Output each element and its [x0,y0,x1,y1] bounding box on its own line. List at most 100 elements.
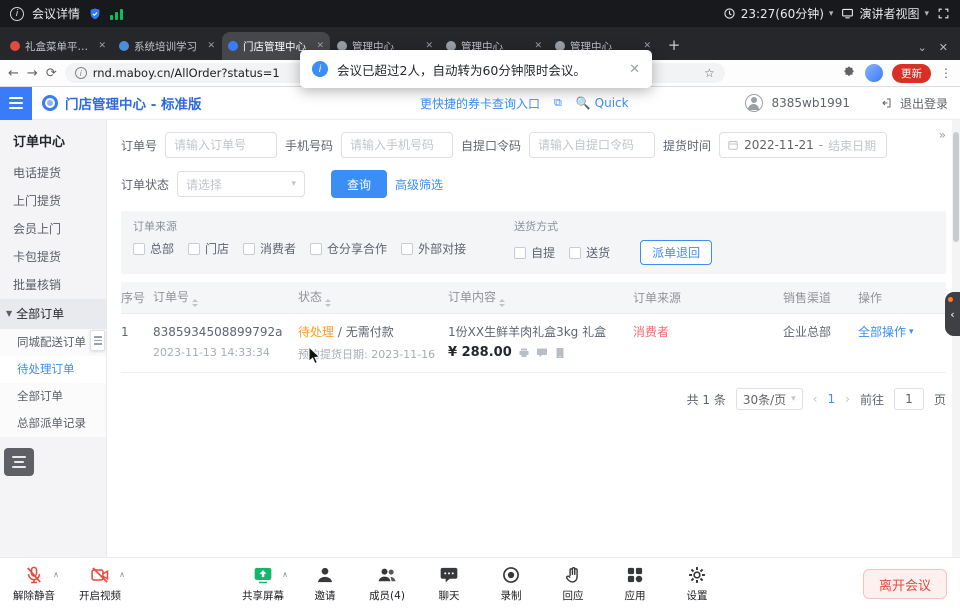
chevron-down-icon: ▼ [6,299,12,329]
hamburger-menu-button[interactable] [0,87,32,120]
checkbox-source-warehouse[interactable]: 仓分享合作 [310,240,387,257]
search-button[interactable]: 查询 [331,170,387,198]
mic-muted-icon [24,565,44,585]
col-status[interactable]: 状态 [298,288,448,307]
sidebar-drag-handle[interactable] [90,330,105,351]
bookmark-star-icon[interactable]: ☆ [704,66,715,80]
checkbox-self-pickup[interactable]: 自提 [514,244,555,261]
coupon-query-link[interactable]: 更快捷的券卡查询入口 [420,95,540,112]
sidebar-subitem-pending-orders[interactable]: 待处理订单 [0,356,106,383]
checkbox-source-hq[interactable]: 总部 [133,240,174,257]
dispatch-return-button[interactable]: 派单退回 [640,240,712,265]
col-order-no[interactable]: 订单号 [153,288,298,307]
col-channel: 销售渠道 [783,289,858,306]
next-page-icon[interactable]: › [845,392,850,406]
forward-icon[interactable]: → [27,67,38,80]
sidebar-subitem-hq-dispatch[interactable]: 总部派单记录 [0,410,106,437]
prev-page-icon[interactable]: ‹ [813,392,818,406]
sidebar-group-all-orders[interactable]: ▼ 全部订单 [0,299,106,329]
user-avatar-icon[interactable] [745,94,763,112]
new-tab-button[interactable]: + [662,33,686,57]
checkbox-source-consumer[interactable]: 消费者 [243,240,296,257]
checkbox-icon [310,243,322,255]
chat-button[interactable]: 聊天 [423,565,475,603]
sidebar-item-batch-verify[interactable]: 批量核销 [0,271,106,299]
sidebar-item-door-pickup[interactable]: 上门提货 [0,187,106,215]
quick-search-link[interactable]: 🔍 Quick [576,96,629,110]
share-screen-icon [253,565,273,585]
start-video-button[interactable]: 开启视频 ∧ [74,565,126,603]
sort-icon[interactable] [499,299,505,307]
order-no-label: 订单号 [121,137,157,154]
security-shield-icon[interactable] [88,7,102,21]
sidebar-subitem-all-orders[interactable]: 全部订单 [0,383,106,410]
sidebar-item-phone-pickup[interactable]: 电话提货 [0,159,106,187]
page-size-select[interactable]: 30条/页▾ [736,388,803,410]
browser-tab[interactable]: 礼盒菜单平台管理中心 ✕ [4,32,112,60]
sort-icon[interactable] [325,299,331,307]
goto-page-input[interactable] [894,388,924,410]
sort-icon[interactable] [192,299,198,307]
meeting-panel-handle[interactable]: ‹ [945,292,960,336]
pickup-code-input[interactable] [529,132,655,158]
unmute-button[interactable]: 解除静音 ∧ [8,565,60,603]
record-button[interactable]: 录制 [485,565,537,603]
meeting-details-label[interactable]: 会议详情 [32,5,80,22]
order-no-input[interactable] [165,132,277,158]
window-close-icon[interactable]: ✕ [939,41,948,54]
chevron-up-icon[interactable]: ∧ [119,570,125,579]
order-price: ¥ 288.00 [448,345,512,360]
reload-icon[interactable]: ⟳ [46,67,57,80]
checkbox-source-external[interactable]: 外部对接 [401,240,466,257]
chevron-up-icon[interactable]: ∧ [282,570,288,579]
scrollbar-thumb[interactable] [953,132,959,242]
checkbox-source-store[interactable]: 门店 [188,240,229,257]
chevron-up-icon[interactable]: ∧ [53,570,59,579]
order-status-select[interactable]: 请选择 ▾ [177,171,305,197]
floating-list-button[interactable] [4,448,34,476]
back-icon[interactable]: ← [8,67,19,80]
leave-meeting-button[interactable]: 离开会议 [863,569,947,599]
apps-button[interactable]: 应用 [609,565,661,603]
tab-close-icon[interactable]: ✕ [207,41,215,51]
members-button[interactable]: 成员(4) [361,565,413,603]
checkbox-delivery[interactable]: 送货 [569,244,610,261]
logout-icon[interactable] [880,97,892,109]
page-scrollbar[interactable] [952,120,960,557]
page-number[interactable]: 1 [828,392,836,406]
settings-button[interactable]: 设置 [671,565,723,603]
message-icon[interactable] [536,347,548,359]
tab-close-icon[interactable]: ✕ [98,41,106,51]
phone-icon[interactable] [554,347,566,359]
advanced-filter-link[interactable]: 高级筛选 [395,176,443,193]
sidebar-item-member-visit[interactable]: 会员上门 [0,215,106,243]
view-mode-switcher[interactable]: 演讲者视图 ▾ [841,5,929,22]
share-screen-button[interactable]: 共享屏幕 ∧ [237,565,289,603]
checkbox-icon [188,243,200,255]
orders-table: 序号 订单号 状态 订单内容 订单来源 销售渠道 操作 1 8385934508… [121,282,946,373]
invite-button[interactable]: 邀请 [299,565,351,603]
sidebar-item-card-pickup[interactable]: 卡包提货 [0,243,106,271]
tab-search-icon[interactable]: ⌄ [918,41,927,54]
meeting-timer[interactable]: 23:27(60分钟) ▾ [723,5,834,22]
extensions-icon[interactable] [842,66,856,80]
browser-tab[interactable]: 系统培训学习 ✕ [113,32,221,60]
print-icon[interactable] [518,347,530,359]
col-content[interactable]: 订单内容 [448,288,633,307]
date-range-input[interactable]: 2022-11-21 - 结束日期 [719,132,887,158]
meeting-info-icon[interactable]: i [10,7,24,21]
row-actions-dropdown[interactable]: 全部操作▾ [858,323,914,340]
logout-link[interactable]: 退出登录 [900,95,948,112]
browser-update-button[interactable]: 更新 [892,64,931,83]
reactions-button[interactable]: 回应 [547,565,599,603]
app-logo [42,95,58,111]
external-link-icon[interactable]: ⧉ [554,96,562,110]
fullscreen-icon[interactable] [937,7,950,20]
chevron-down-icon: ▾ [291,179,296,189]
browser-menu-icon[interactable]: ⋮ [940,66,952,80]
phone-input[interactable] [341,132,453,158]
browser-profile-avatar[interactable] [865,64,883,82]
toast-close-icon[interactable]: ✕ [629,62,640,77]
collapse-panel-icon[interactable]: » [939,128,946,142]
site-info-icon[interactable]: i [75,67,87,79]
